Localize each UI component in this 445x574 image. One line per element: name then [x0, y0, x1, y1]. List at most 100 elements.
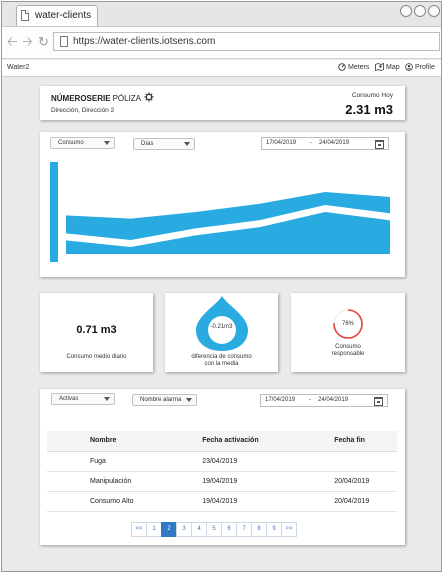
- page-6[interactable]: 6: [221, 522, 237, 537]
- nav-profile[interactable]: Profile: [405, 63, 435, 71]
- kpi-card-medio: 0.71 m3 Consumo medio diario: [40, 293, 153, 372]
- metric-dropdown-value: Consumo: [58, 140, 84, 146]
- meter-serial: NÚMEROSERIE PÓLIZA: [51, 94, 141, 103]
- chevron-down-icon: [104, 397, 110, 401]
- resp-label-line1: Consumo: [335, 344, 361, 350]
- alarms-panel: Activas Nombre alarma 17/04/2019 - 24/04…: [40, 389, 405, 545]
- maximize-button[interactable]: [414, 5, 426, 17]
- period-dropdown[interactable]: Días: [133, 138, 195, 150]
- policy-label: PÓLIZA: [112, 94, 142, 103]
- tab-title: water-clients: [35, 10, 92, 21]
- alarm-name-value: Nombre alarma: [140, 397, 182, 403]
- nav-map[interactable]: Map: [375, 63, 400, 71]
- consumption-area-chart: [50, 162, 390, 262]
- chart-date-range[interactable]: 17/04/2019 - 24/04/2019: [261, 137, 389, 150]
- cell-nombre: Manipulación: [47, 471, 203, 492]
- date-from: 17/04/2019: [266, 140, 297, 146]
- column-header-fecha-fin[interactable]: Fecha fin: [334, 431, 397, 452]
- forward-arrow-icon[interactable]: 🡢: [22, 35, 33, 49]
- pagination: << 1 2 3 4 5 6 7 8 9 >>: [131, 522, 297, 537]
- consumo-hoy-label: Consumo Hoy: [351, 92, 393, 99]
- resp-label-line2: responsable: [331, 351, 365, 357]
- url-text: https://water-clients.iotsens.com: [73, 36, 216, 47]
- gauge-icon: [338, 63, 346, 71]
- nav-map-label: Map: [386, 63, 400, 71]
- date-to: 24/04/2019: [319, 140, 350, 146]
- page-first[interactable]: <<: [131, 522, 147, 537]
- serial-number: NÚMEROSERIE: [51, 94, 111, 103]
- chevron-down-icon: [104, 141, 110, 145]
- column-header-fecha-activacion[interactable]: Fecha activación: [202, 431, 335, 452]
- consumption-chart-panel: Consumo Días 17/04/2019 - 24/04/2019: [40, 132, 405, 277]
- cell-nombre: Fuga: [47, 451, 203, 472]
- close-button[interactable]: [428, 5, 440, 17]
- status-filter-value: Activas: [59, 396, 79, 402]
- back-arrow-icon[interactable]: 🡠: [7, 35, 18, 49]
- cell-fecha-fin: 20/04/2019: [334, 471, 397, 492]
- browser-window: water-clients 🡠 🡢 ↻ https://water-client…: [1, 1, 442, 572]
- resp-value: 76%: [341, 321, 354, 327]
- reload-icon[interactable]: ↻: [38, 35, 49, 49]
- app-navbar: Water2 Meters Map Profile: [2, 60, 441, 77]
- alarms-date-range[interactable]: 17/04/2019 - 24/04/2019: [260, 394, 388, 407]
- page-1[interactable]: 1: [146, 522, 162, 537]
- tab-strip: water-clients: [2, 2, 441, 26]
- cell-nombre: Consumo Alto: [47, 491, 203, 512]
- medio-label: Consumo medio diario: [66, 354, 127, 360]
- gear-icon[interactable]: [144, 92, 154, 102]
- table-row[interactable]: Fuga 23/04/2019: [47, 451, 397, 472]
- page-last[interactable]: >>: [281, 522, 297, 537]
- kpi-card-diferencia: -0.21m3 diferencia de consumo con la med…: [165, 293, 278, 372]
- page-5[interactable]: 5: [206, 522, 222, 537]
- page-3[interactable]: 3: [176, 522, 192, 537]
- browser-tab[interactable]: water-clients: [16, 5, 98, 26]
- chevron-down-icon: [184, 142, 190, 146]
- table-row[interactable]: Manipulación 19/04/2019 20/04/2019: [47, 471, 397, 492]
- cell-fecha-activacion: 19/04/2019: [202, 471, 335, 492]
- calendar-icon[interactable]: [374, 397, 383, 406]
- metric-dropdown[interactable]: Consumo: [50, 137, 115, 149]
- date-separator: -: [310, 140, 312, 146]
- column-header-nombre[interactable]: Nombre: [47, 431, 203, 452]
- cell-fecha-activacion: 19/04/2019: [202, 491, 335, 512]
- minimize-button[interactable]: [400, 5, 412, 17]
- map-icon: [375, 63, 384, 71]
- address-text: Dirección, Dirección 2: [51, 107, 115, 114]
- calendar-icon[interactable]: [375, 140, 384, 149]
- cell-fecha-fin: 20/04/2019: [334, 491, 397, 512]
- page-icon: [60, 36, 68, 47]
- nav-profile-label: Profile: [415, 63, 435, 71]
- url-field[interactable]: https://water-clients.iotsens.com: [53, 32, 440, 51]
- page-4[interactable]: 4: [191, 522, 207, 537]
- kpi-card-responsable: 76% Consumo responsable: [291, 293, 405, 372]
- page-2-active[interactable]: 2: [161, 522, 177, 537]
- consumo-hoy-value: 2.31 m3: [345, 102, 393, 117]
- document-icon: [21, 10, 29, 21]
- cell-fecha-activacion: 23/04/2019: [202, 451, 335, 472]
- chart-spike-bar: [50, 162, 58, 262]
- date-to: 24/04/2019: [318, 397, 349, 403]
- page-8[interactable]: 8: [251, 522, 267, 537]
- cell-fecha-fin: [334, 451, 397, 472]
- table-row[interactable]: Consumo Alto 19/04/2019 20/04/2019: [47, 491, 397, 512]
- table-header-row: Nombre Fecha activación Fecha fin: [47, 431, 397, 452]
- brand-label: Water2: [7, 64, 30, 71]
- meter-header-panel: NÚMEROSERIE PÓLIZA Dirección, Dirección 2…: [40, 86, 405, 120]
- date-separator: -: [309, 397, 311, 403]
- diff-label-line1: diferencia de consumo: [191, 354, 252, 360]
- page-9[interactable]: 9: [266, 522, 282, 537]
- medio-value: 0.71 m3: [76, 324, 117, 336]
- alarms-table: Nombre Fecha activación Fecha fin Fuga 2…: [47, 431, 397, 512]
- page-7[interactable]: 7: [236, 522, 252, 537]
- user-icon: [405, 63, 413, 71]
- diff-value: -0.21m3: [210, 324, 233, 330]
- diff-label-line2: con la media: [204, 361, 239, 367]
- date-from: 17/04/2019: [265, 397, 296, 403]
- nav-meters-label: Meters: [348, 63, 370, 71]
- period-dropdown-value: Días: [141, 141, 154, 147]
- chevron-down-icon: [186, 398, 192, 402]
- water-drop-icon: [196, 296, 248, 351]
- alarm-name-dropdown[interactable]: Nombre alarma: [132, 394, 197, 406]
- status-filter-dropdown[interactable]: Activas: [51, 393, 115, 405]
- nav-meters[interactable]: Meters: [338, 63, 369, 71]
